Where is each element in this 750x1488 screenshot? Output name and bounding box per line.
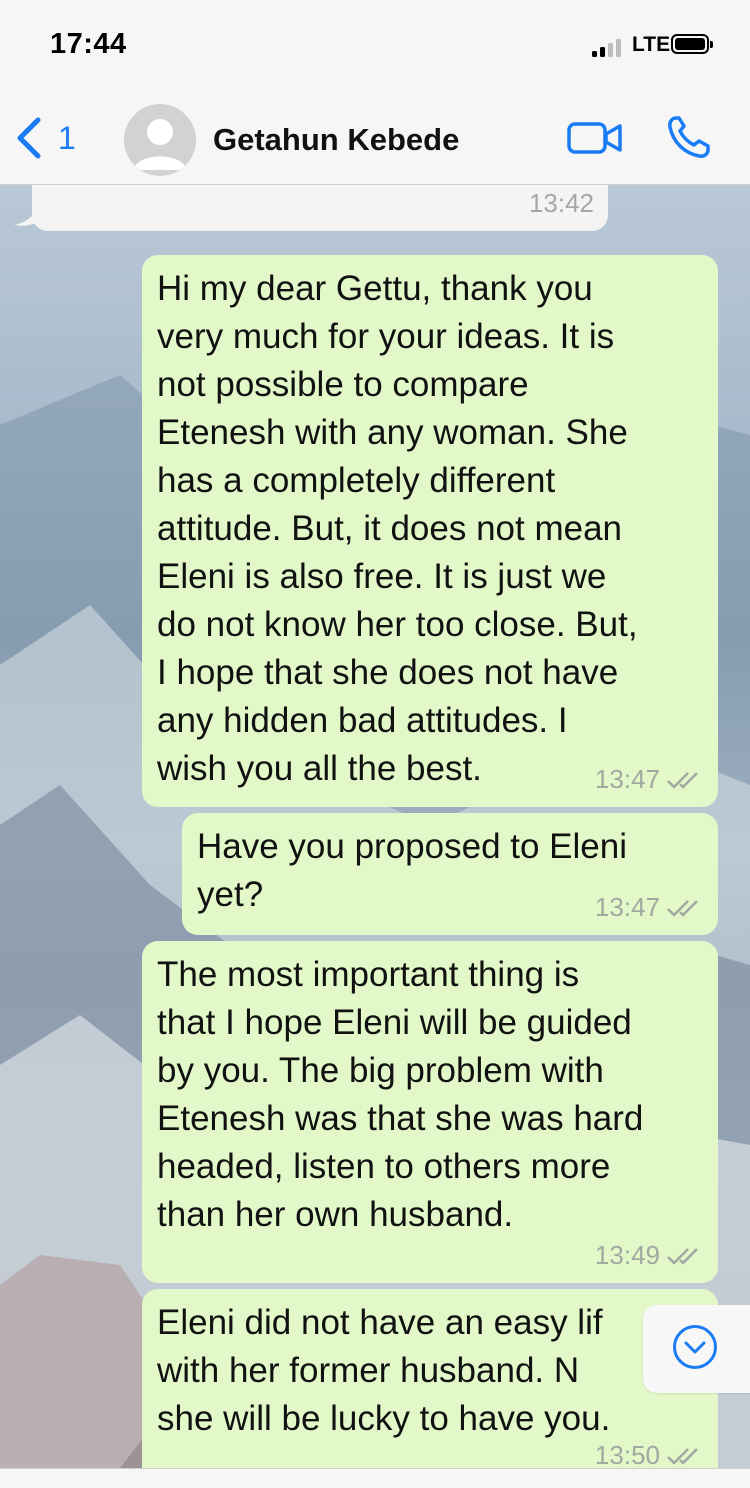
status-bar: 17:44 LTE: [0, 0, 750, 90]
voice-call-button[interactable]: [664, 114, 714, 162]
read-receipt-icon: [667, 771, 698, 789]
read-receipt-icon: [667, 899, 698, 917]
chevron-down-icon: [673, 1325, 717, 1369]
message-time: 13:49: [594, 1240, 660, 1270]
back-button[interactable]: 1: [14, 114, 104, 162]
phone-icon: [668, 116, 710, 158]
message-bubble-incoming[interactable]: 13:42: [32, 185, 608, 231]
scroll-to-bottom-button[interactable]: [643, 1305, 750, 1393]
message-time: 13:47: [594, 892, 660, 922]
message-meta: 13:47: [595, 892, 704, 923]
unread-count: 1: [58, 119, 76, 156]
input-bar[interactable]: [0, 1468, 750, 1488]
message-text: Hi my dear Gettu, thank you very much fo…: [157, 269, 638, 788]
signal-strength-icon: [592, 37, 624, 57]
chat-header: 1 Getahun Kebede: [0, 90, 750, 185]
message-meta: 13:50: [595, 1440, 704, 1468]
message-time: 13:42: [528, 188, 594, 218]
network-type: LTE: [632, 33, 671, 56]
message-bubble-outgoing[interactable]: Have you proposed to Eleni yet? 13:47: [182, 813, 718, 935]
message-time: 13:47: [594, 764, 660, 794]
avatar-placeholder-icon: [134, 119, 186, 170]
message-text: The most important thing is that I hope …: [157, 955, 644, 1234]
avatar[interactable]: [124, 104, 196, 176]
read-receipt-icon: [667, 1447, 698, 1465]
status-time: 17:44: [50, 28, 127, 60]
message-meta: 13:47: [595, 764, 704, 795]
read-receipt-icon: [667, 1247, 698, 1265]
message-meta: 13:49: [595, 1240, 704, 1271]
message-bubble-outgoing[interactable]: Hi my dear Gettu, thank you very much fo…: [142, 255, 718, 807]
message-text: Eleni did not have an easy lif with her …: [157, 1303, 611, 1438]
chevron-left-icon: [17, 117, 41, 159]
message-bubble-outgoing[interactable]: The most important thing is that I hope …: [142, 941, 718, 1283]
contact-name[interactable]: Getahun Kebede: [213, 122, 459, 158]
message-meta: 13:42: [529, 188, 594, 219]
video-call-button[interactable]: [566, 118, 624, 158]
message-bubble-outgoing[interactable]: Eleni did not have an easy lif with her …: [142, 1289, 718, 1468]
bubble-tail-icon: [14, 207, 38, 226]
video-camera-icon: [567, 122, 622, 154]
chat-area[interactable]: 13:42 Hi my dear Gettu, thank you very m…: [0, 185, 750, 1468]
battery-icon: [671, 34, 713, 54]
message-time: 13:50: [594, 1440, 660, 1468]
